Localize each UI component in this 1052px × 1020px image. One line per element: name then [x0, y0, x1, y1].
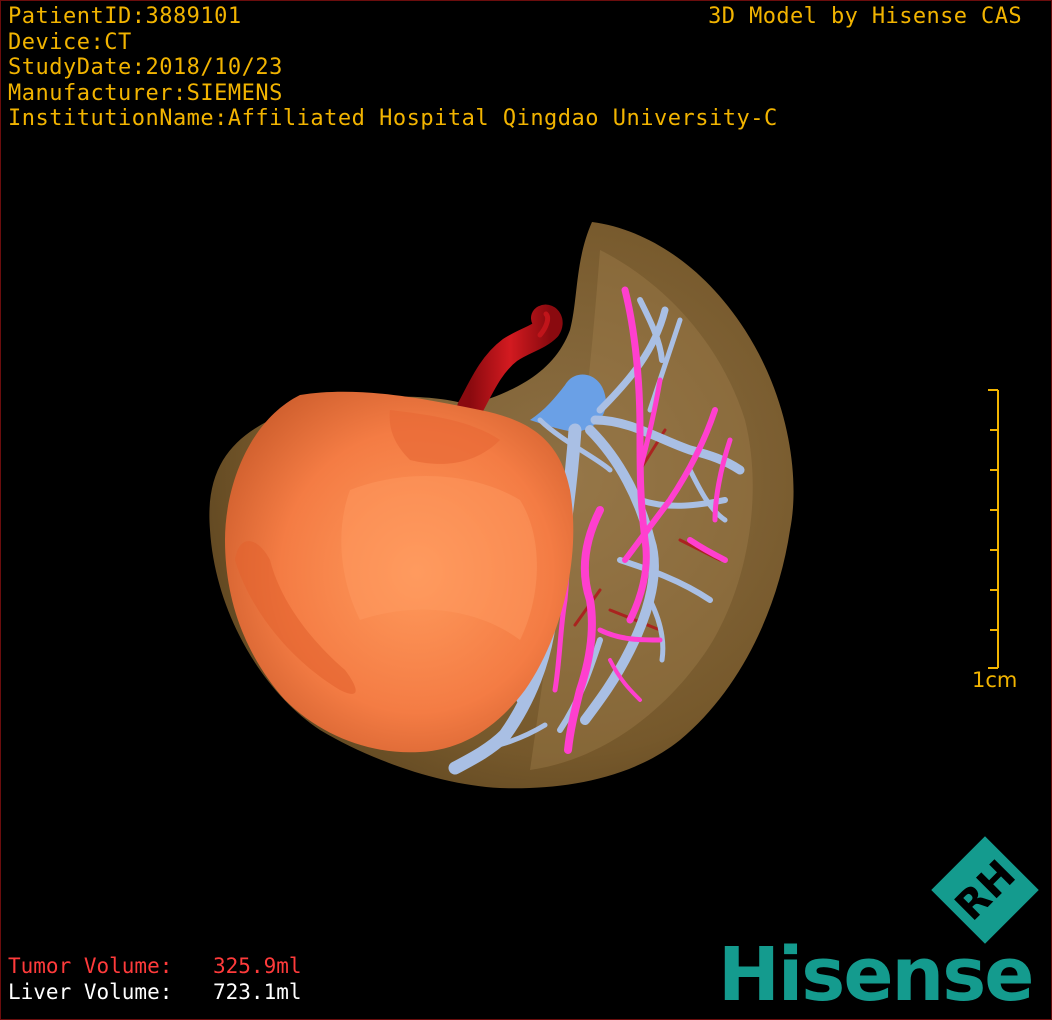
manufacturer-text: Manufacturer:SIEMENS — [8, 80, 283, 106]
tumor-volume-row: Tumor Volume: 325.9ml — [8, 953, 302, 979]
liver-volume-value: 723.1ml — [213, 980, 302, 1004]
tumor-volume-label: Tumor Volume: — [8, 954, 173, 978]
liver-volume-label: Liver Volume: — [8, 980, 173, 1004]
patient-id-text: PatientID:3889101 — [8, 4, 242, 29]
scale-label: 1cm — [972, 668, 1018, 692]
institution-text: InstitutionName:Affiliated Hospital Qing… — [8, 106, 778, 131]
hisense-wordmark: Hisense — [718, 932, 1034, 1018]
volume-readouts: Tumor Volume: 325.9ml Liver Volume: 723.… — [8, 953, 302, 1005]
liver-volume-row: Liver Volume: 723.1ml — [8, 979, 302, 1005]
scale-bar — [988, 389, 999, 669]
brand-caption: 3D Model by Hisense CAS — [708, 4, 1022, 29]
patient-info-panel: PatientID:3889101 Device:CT StudyDate:20… — [8, 4, 778, 132]
study-date-text: StudyDate:2018/10/23 — [8, 55, 283, 80]
tumor-volume-value: 325.9ml — [213, 954, 302, 978]
device-text: Device:CT — [8, 29, 132, 55]
